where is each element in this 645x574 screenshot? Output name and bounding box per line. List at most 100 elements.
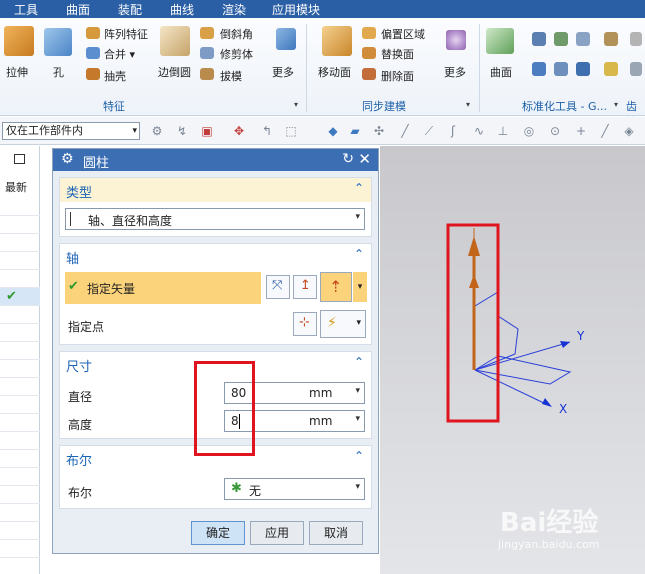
list-item[interactable] xyxy=(0,486,40,504)
vector-reverse-button[interactable]: ⤧ xyxy=(266,275,290,299)
tool-icon[interactable] xyxy=(604,32,618,46)
delete-face-icon[interactable] xyxy=(362,68,376,80)
replace-face-button[interactable]: 替换面 xyxy=(381,46,414,62)
chevron-down-icon[interactable]: ▾ xyxy=(355,386,360,396)
standard-tools-expand-icon[interactable]: ▾ xyxy=(614,100,618,109)
hole-button[interactable]: 孔 xyxy=(53,64,64,80)
grid-icon[interactable]: ✣ xyxy=(372,124,386,138)
selection-filter-dropdown[interactable]: 仅在工作部件内 ▾ xyxy=(2,122,140,140)
list-item[interactable] xyxy=(0,252,40,270)
type-section-header[interactable]: 类型 ⌃ xyxy=(60,178,371,202)
select-box-icon[interactable]: ▣ xyxy=(200,124,214,138)
offset-region-button[interactable]: 偏置区域 xyxy=(381,26,425,42)
list-item[interactable] xyxy=(0,306,40,324)
gear-icon[interactable]: ⚙ xyxy=(61,151,74,167)
list-item[interactable] xyxy=(0,342,40,360)
apply-button[interactable]: 应用 xyxy=(250,521,304,545)
edge-blend-button[interactable]: 边倒圆 xyxy=(158,64,191,80)
replace-face-icon[interactable] xyxy=(362,47,376,59)
list-item[interactable]: ✔ xyxy=(0,288,40,306)
list-item[interactable] xyxy=(0,216,40,234)
menu-surface[interactable]: 曲面 xyxy=(66,1,90,18)
feature-group-expand-icon[interactable]: ▾ xyxy=(294,100,298,109)
tool-icon[interactable] xyxy=(604,62,618,76)
vector-type-button[interactable]: ⇡ xyxy=(320,272,352,302)
point-type-dropdown[interactable]: ⚡ ▾ xyxy=(320,310,366,338)
hole-icon[interactable] xyxy=(44,28,72,56)
point-dialog-button[interactable]: ⊹ xyxy=(293,312,317,336)
type-dropdown[interactable]: 轴、直径和高度 ▾ xyxy=(65,208,365,230)
graphics-viewport[interactable]: Y X Bai经验 jingyan.baidu.com xyxy=(380,146,645,574)
curve-snap-icon[interactable]: ↰ xyxy=(260,124,274,138)
tangent-icon[interactable]: ╱ xyxy=(598,124,612,138)
draft-icon[interactable] xyxy=(200,68,214,80)
list-item[interactable] xyxy=(0,198,40,216)
angle-icon[interactable]: ⟋ xyxy=(422,124,436,138)
chevron-down-icon[interactable]: ▾ xyxy=(355,414,360,424)
collapse-icon[interactable]: ⌃ xyxy=(354,355,364,369)
vector-dialog-button[interactable]: ↥ xyxy=(293,275,317,299)
list-item[interactable] xyxy=(0,378,40,396)
list-item[interactable] xyxy=(0,504,40,522)
cancel-button[interactable]: 取消 xyxy=(309,521,363,545)
trim-body-icon[interactable] xyxy=(200,47,214,59)
tool-icon[interactable] xyxy=(532,32,546,46)
tool-icon[interactable] xyxy=(630,62,642,76)
tool-icon[interactable] xyxy=(554,62,568,76)
edge-blend-icon[interactable] xyxy=(160,26,190,56)
curve-icon[interactable]: ∿ xyxy=(472,124,486,138)
intersect-icon[interactable]: ⊥ xyxy=(496,124,510,138)
view-icon[interactable]: ◈ xyxy=(622,124,636,138)
menu-assembly[interactable]: 装配 xyxy=(118,1,142,18)
more-sync-button[interactable]: 更多 xyxy=(444,64,466,80)
shell-icon[interactable] xyxy=(86,68,100,80)
spline-icon[interactable]: ʃ xyxy=(446,124,460,138)
tool-icon[interactable] xyxy=(576,62,590,76)
tool-icon[interactable] xyxy=(576,32,590,46)
reset-icon[interactable]: ↻ xyxy=(342,151,354,167)
restore-icon[interactable] xyxy=(14,154,25,164)
offset-region-icon[interactable] xyxy=(362,27,376,39)
trim-body-button[interactable]: 修剪体 xyxy=(220,46,253,62)
filter-icon[interactable]: ⚙ xyxy=(150,124,164,138)
face-select-icon[interactable]: ▰ xyxy=(348,124,362,138)
point-icon[interactable]: ⊙ xyxy=(548,124,562,138)
tool-icon[interactable] xyxy=(630,32,642,46)
specify-vector-row[interactable]: ✔ 指定矢量 xyxy=(65,272,261,304)
surface-icon[interactable] xyxy=(486,28,514,54)
chamfer-icon[interactable] xyxy=(200,27,214,39)
menu-render[interactable]: 渲染 xyxy=(222,1,246,18)
list-item[interactable] xyxy=(0,540,40,558)
shell-button[interactable]: 抽壳 xyxy=(104,68,126,84)
more-sync-icon[interactable] xyxy=(446,30,466,50)
body-select-icon[interactable]: ◆ xyxy=(326,124,340,138)
unite-icon[interactable] xyxy=(86,47,100,59)
collapse-icon[interactable]: ⌃ xyxy=(354,181,364,195)
list-item[interactable] xyxy=(0,522,40,540)
rectangle-select-icon[interactable]: ⬚ xyxy=(284,124,298,138)
list-item[interactable] xyxy=(0,234,40,252)
snap-icon[interactable]: ↯ xyxy=(175,124,189,138)
tool-icon[interactable] xyxy=(554,32,568,46)
list-item[interactable] xyxy=(0,468,40,486)
circle-center-icon[interactable]: ◎ xyxy=(522,124,536,138)
menu-curve[interactable]: 曲线 xyxy=(170,1,194,18)
list-item[interactable] xyxy=(0,432,40,450)
close-icon[interactable]: ✕ xyxy=(358,150,371,168)
axis-section-header[interactable]: 轴 ⌃ xyxy=(60,244,371,268)
list-item[interactable] xyxy=(0,324,40,342)
menu-tools[interactable]: 工具 xyxy=(14,1,38,18)
chamfer-button[interactable]: 倒斜角 xyxy=(220,26,253,42)
point-snap-icon[interactable]: ✥ xyxy=(232,124,246,138)
list-item[interactable] xyxy=(0,396,40,414)
crosshair-icon[interactable]: + xyxy=(574,124,588,138)
list-item[interactable] xyxy=(0,414,40,432)
list-item[interactable] xyxy=(0,360,40,378)
sync-group-expand-icon[interactable]: ▾ xyxy=(466,100,470,109)
surface-button[interactable]: 曲面 xyxy=(490,64,512,80)
boolean-dropdown[interactable]: ✱ 无 ▾ xyxy=(224,478,365,500)
more-features-button[interactable]: 更多 xyxy=(272,64,294,80)
collapse-icon[interactable]: ⌃ xyxy=(354,247,364,261)
collapse-icon[interactable]: ⌃ xyxy=(354,449,364,463)
pattern-feature-icon[interactable] xyxy=(86,27,100,39)
